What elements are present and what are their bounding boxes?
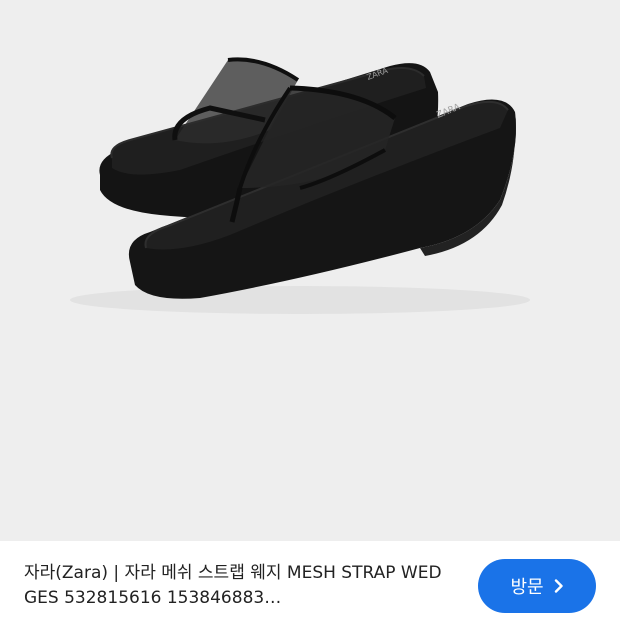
product-image[interactable]: ZARA ZARA [0, 0, 620, 541]
sandals-illustration: ZARA ZARA [70, 57, 530, 314]
product-info-bar: 자라(Zara) | 자라 메쉬 스트랩 웨지 MESH STRAP WEDGE… [0, 541, 620, 620]
product-title[interactable]: 자라(Zara) | 자라 메쉬 스트랩 웨지 MESH STRAP WEDGE… [24, 561, 454, 611]
visit-button-label: 방문 [510, 577, 544, 598]
visit-button[interactable]: 방문 [478, 559, 596, 613]
chevron-right-icon [554, 579, 564, 593]
